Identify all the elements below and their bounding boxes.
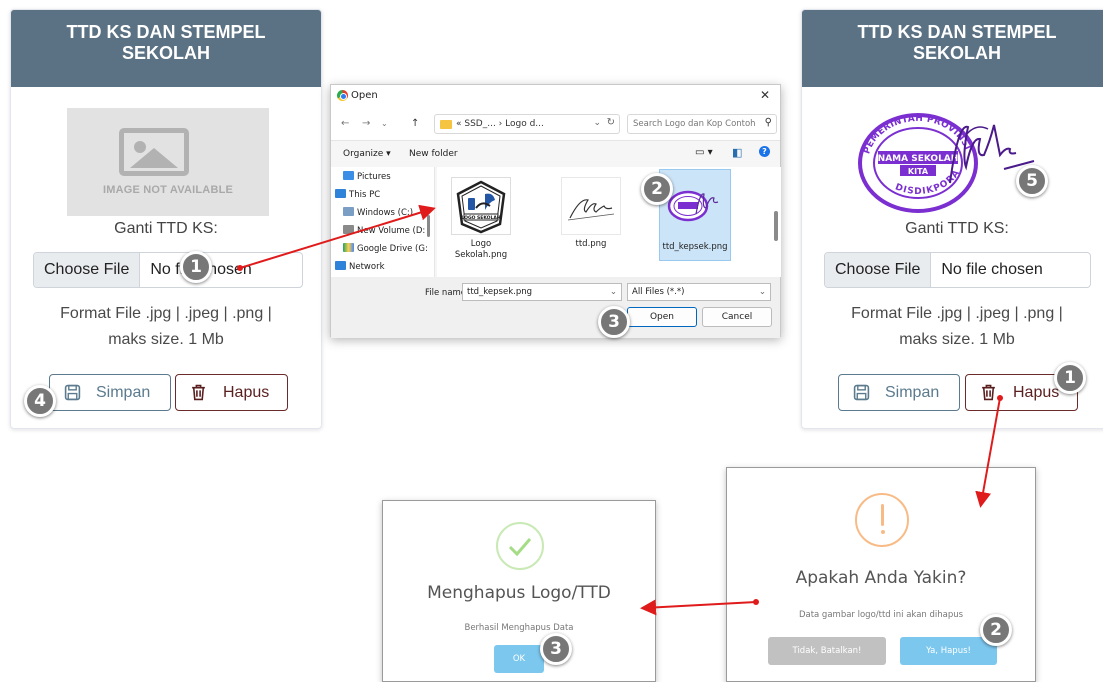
step-badge-4: 4 — [24, 385, 56, 417]
annotation-arrows — [237, 204, 1003, 616]
step-badge-3: 3 — [598, 306, 630, 338]
step-badge-5: 5 — [1016, 165, 1048, 197]
step-badge-1: 1 — [180, 251, 212, 283]
step-badge-r1: 1 — [1054, 362, 1086, 394]
step-badge-2: 2 — [641, 173, 673, 205]
step-badge-r2: 2 — [980, 614, 1012, 646]
arrow-to-confirm — [975, 395, 1003, 508]
step-badge-r3: 3 — [540, 633, 572, 665]
arrow-to-success — [640, 599, 759, 616]
arrow-to-dialog — [237, 204, 436, 271]
